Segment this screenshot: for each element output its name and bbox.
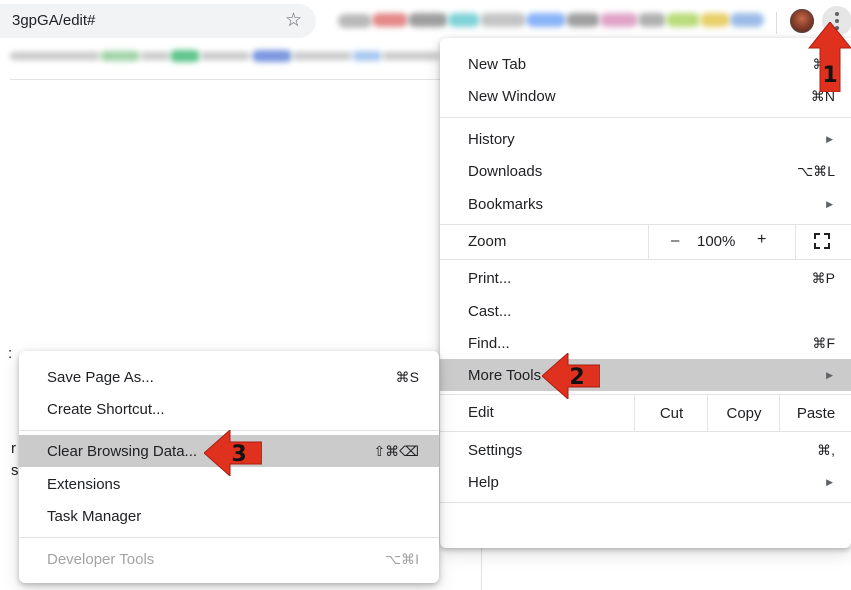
zoom-controls: – 100% + [648, 225, 851, 259]
menu-divider [440, 502, 851, 503]
menu-divider [19, 537, 439, 538]
annotation-arrow-3: 3 [204, 430, 262, 476]
zoom-level: 100% [697, 233, 736, 250]
menu-item-new-tab[interactable]: New Tab ⌘T [440, 48, 851, 80]
shortcut-label: ⌥⌘L [797, 162, 835, 179]
shortcut-label: ⌘, [817, 441, 835, 458]
annotation-arrow-2: 2 [542, 353, 600, 399]
menu-item-print[interactable]: Print... ⌘P [440, 262, 851, 294]
menu-item-label: History [468, 130, 515, 148]
menu-item-label: New Tab [468, 55, 527, 73]
star-outline-icon[interactable]: ☆ [285, 9, 302, 32]
menu-item-label: Extensions [47, 475, 121, 493]
menu-item-label: More Tools [468, 366, 542, 384]
shortcut-label: ⌥⌘I [384, 550, 419, 567]
menu-divider [440, 259, 851, 260]
zoom-label: Zoom [468, 233, 507, 250]
menu-item-label: New Window [468, 87, 556, 105]
submenu-arrow-icon: ▶ [826, 198, 833, 209]
annotation-number: 2 [569, 365, 584, 390]
zoom-in-button[interactable]: + [757, 231, 766, 249]
menu-item-create-shortcut[interactable]: Create Shortcut... [19, 393, 439, 425]
zoom-row: Zoom – 100% + [440, 225, 851, 259]
menu-item-developer-tools: Developer Tools ⌥⌘I [19, 543, 439, 575]
menu-item-new-window[interactable]: New Window ⌘N [440, 80, 851, 112]
page-divider [481, 548, 482, 590]
menu-item-label: Save Page As... [47, 368, 154, 386]
shortcut-label: ⌘F [812, 334, 835, 351]
page-edge-glyph: r [11, 440, 16, 457]
menu-item-more-tools[interactable]: More Tools ▶ [440, 359, 851, 391]
address-bar[interactable]: 3gpGA/edit# ☆ [0, 4, 316, 38]
menu-item-help[interactable]: Help ▶ [440, 466, 851, 498]
url-text: 3gpGA/edit# [12, 12, 96, 29]
page-edge-glyph: s [11, 462, 19, 479]
menu-item-cast[interactable]: Cast... [440, 295, 851, 327]
menu-item-label: Find... [468, 334, 510, 352]
bookmarks-divider [10, 79, 440, 80]
menu-item-label: Developer Tools [47, 550, 155, 568]
shortcut-label: ⌘S [395, 368, 419, 385]
annotation-number: 1 [822, 63, 837, 88]
edit-row: Edit Cut Copy Paste [440, 395, 851, 431]
cut-button[interactable]: Cut [634, 395, 708, 431]
menu-item-settings[interactable]: Settings ⌘, [440, 434, 851, 466]
shortcut-label: ⇧⌘⌫ [373, 442, 419, 459]
zoom-out-button[interactable]: – [671, 232, 679, 249]
annotation-arrow-1: 1 [808, 22, 851, 92]
menu-item-bookmarks[interactable]: Bookmarks ▶ [440, 188, 851, 220]
menu-divider [440, 431, 851, 432]
menu-item-label: Settings [468, 441, 523, 459]
submenu-arrow-icon: ▶ [826, 369, 833, 380]
annotation-number: 3 [231, 442, 246, 467]
toolbar-separator [776, 12, 777, 34]
shortcut-label: ⌘P [811, 269, 835, 286]
menu-item-label: Help [468, 473, 499, 491]
fullscreen-icon[interactable] [813, 232, 831, 250]
menu-item-find[interactable]: Find... ⌘F [440, 327, 851, 359]
menu-item-history[interactable]: History ▶ [440, 123, 851, 155]
chrome-main-menu: New Tab ⌘T New Window ⌘N History ▶ Downl… [440, 38, 851, 548]
copy-button[interactable]: Copy [707, 395, 780, 431]
menu-item-label: Bookmarks [468, 195, 544, 213]
zoom-divider [795, 225, 796, 259]
menu-item-label: Task Manager [47, 507, 142, 525]
menu-divider [440, 117, 851, 118]
menu-item-save-page-as[interactable]: Save Page As... ⌘S [19, 361, 439, 393]
menu-item-label: Print... [468, 269, 512, 287]
menu-item-downloads[interactable]: Downloads ⌥⌘L [440, 155, 851, 187]
paste-button[interactable]: Paste [779, 395, 851, 431]
submenu-arrow-icon: ▶ [826, 133, 833, 144]
menu-item-label: Cast... [468, 302, 512, 320]
submenu-arrow-icon: ▶ [826, 476, 833, 487]
menu-item-label: Downloads [468, 162, 543, 180]
menu-item-task-manager[interactable]: Task Manager [19, 500, 439, 532]
edit-label: Edit [468, 404, 494, 421]
page-edge-glyph: : [8, 345, 13, 362]
menu-item-label: Create Shortcut... [47, 400, 165, 418]
